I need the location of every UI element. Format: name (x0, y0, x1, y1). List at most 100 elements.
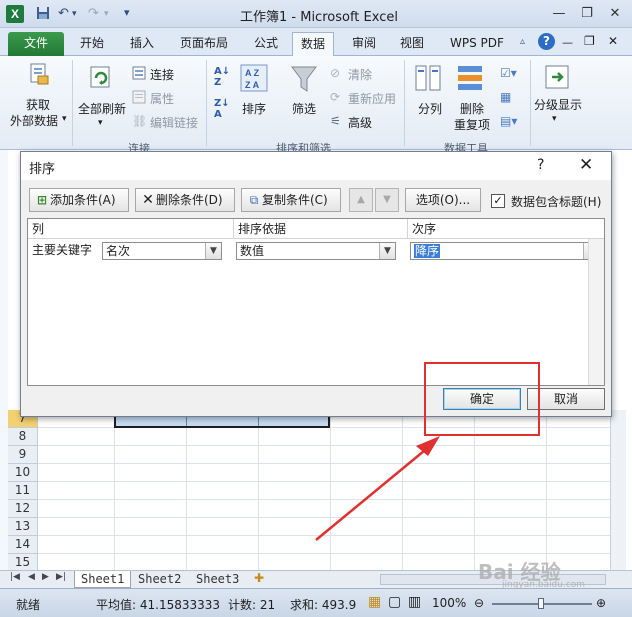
what-if-analysis-icon[interactable]: ▤▾ (500, 114, 517, 128)
external-data-icon (28, 62, 50, 89)
remove-duplicates-button[interactable]: 删除 (460, 100, 484, 117)
dialog-help-icon[interactable]: ? (537, 157, 544, 173)
sort-column-select[interactable]: 名次 ▼ (102, 242, 222, 260)
refresh-dropdown-icon[interactable]: ▾ (98, 118, 103, 128)
status-average: 平均值: 41.15833333 (96, 598, 221, 612)
external-data-dropdown-icon[interactable]: ▾ (62, 114, 67, 124)
dialog-close-icon[interactable]: ✕ (579, 155, 593, 175)
row-header-13[interactable]: 13 (8, 518, 38, 536)
has-headers-checkbox[interactable]: ✓ (491, 194, 505, 208)
tab-page-layout[interactable]: 页面布局 (172, 32, 236, 56)
options-button[interactable]: 选项(O)... (405, 188, 481, 212)
prev-sheet-icon[interactable]: ◀ (28, 572, 35, 582)
data-validation-icon[interactable]: ☑▾ (500, 66, 517, 80)
zoom-level[interactable]: 100% (432, 596, 466, 610)
delete-level-button[interactable]: ✕ 删除条件(D) (135, 188, 235, 212)
properties-button[interactable]: 属性 (150, 90, 174, 107)
text-to-columns-button[interactable]: 分列 (418, 100, 442, 117)
zoom-out-icon[interactable]: ⊖ (474, 596, 484, 610)
tab-view[interactable]: 视图 (392, 32, 432, 56)
insert-sheet-icon[interactable]: ✚ (254, 571, 264, 585)
undo-icon[interactable]: ↶ (58, 6, 69, 21)
annotation-highlight-box (424, 362, 540, 436)
refresh-all-button[interactable]: 全部刷新 (78, 100, 126, 117)
grid-row[interactable] (38, 536, 610, 554)
outline-dropdown-icon[interactable]: ▾ (552, 114, 557, 124)
sheet-tab-sheet1[interactable]: Sheet1 (74, 571, 132, 588)
tab-data[interactable]: 数据 (292, 32, 335, 56)
filter-button[interactable]: 筛选 (292, 100, 316, 117)
close-window-icon[interactable]: ✕ (604, 4, 626, 24)
grid-row[interactable] (38, 500, 610, 518)
advanced-button[interactable]: 高级 (348, 114, 372, 131)
grid-column-line (258, 410, 259, 570)
row-header-14[interactable]: 14 (8, 536, 38, 554)
sort-order-select[interactable]: 降序 ▼ (410, 242, 600, 260)
get-external-data-label[interactable]: 外部数据 (10, 112, 58, 129)
redo-icon[interactable]: ↷ (88, 6, 99, 21)
consolidate-icon[interactable]: ▦ (500, 90, 511, 104)
tab-wps-pdf[interactable]: WPS PDF (442, 32, 512, 56)
sheet-vertical-scrollbar[interactable] (610, 410, 626, 570)
grid-row[interactable] (38, 518, 610, 536)
svg-text:Z A: Z A (245, 80, 260, 90)
copy-level-button[interactable]: ⧉ 复制条件(C) (241, 188, 341, 212)
page-layout-view-icon[interactable]: ▢ (388, 594, 401, 610)
ribbon-restore-icon[interactable]: ❐ (584, 34, 595, 48)
chevron-down-icon[interactable]: ▼ (205, 243, 221, 259)
grid-row[interactable] (38, 482, 610, 500)
ribbon-collapse-icon[interactable]: ▵ (520, 36, 525, 47)
restore-icon[interactable]: ❐ (576, 4, 598, 24)
excel-logo-icon[interactable]: X (6, 5, 24, 23)
tab-home[interactable]: 开始 (72, 32, 112, 56)
clear-button[interactable]: 清除 (348, 66, 372, 83)
sheet-tab-sheet2[interactable]: Sheet2 (132, 571, 187, 588)
zoom-in-icon[interactable]: ⊕ (596, 596, 606, 610)
page-break-view-icon[interactable]: ▥ (408, 594, 421, 610)
connections-button[interactable]: 连接 (150, 66, 174, 83)
sort-levels-list: 列 排序依据 次序 主要关键字 名次 ▼ 数值 ▼ 降序 ▼ (27, 218, 605, 386)
text-to-columns-icon (414, 64, 442, 95)
sheet-tab-sheet3[interactable]: Sheet3 (190, 571, 245, 588)
chevron-down-icon[interactable]: ▼ (379, 243, 395, 259)
sort-za-icon[interactable]: Z↓ A (214, 98, 230, 120)
zoom-slider-thumb[interactable] (538, 598, 544, 609)
minimize-icon[interactable]: — (548, 4, 570, 24)
save-icon[interactable] (36, 6, 50, 24)
last-sheet-icon[interactable]: ▶| (56, 572, 66, 582)
row-header-10[interactable]: 10 (8, 464, 38, 482)
help-icon[interactable]: ? (538, 33, 555, 50)
grid-row[interactable] (38, 464, 610, 482)
reapply-button[interactable]: 重新应用 (348, 90, 396, 107)
sort-button[interactable]: 排序 (242, 100, 266, 117)
row-header-8[interactable]: 8 (8, 428, 38, 446)
first-sheet-icon[interactable]: |◀ (10, 572, 20, 582)
move-down-icon[interactable]: ▼ (375, 188, 399, 212)
ribbon-close-icon[interactable]: ✕ (608, 34, 618, 48)
edit-links-button[interactable]: 编辑链接 (150, 114, 198, 131)
row-header-12[interactable]: 12 (8, 500, 38, 518)
tab-insert[interactable]: 插入 (122, 32, 162, 56)
tab-formulas[interactable]: 公式 (246, 32, 286, 56)
column-header-col: 列 (28, 219, 234, 239)
baidu-watermark-url: jingyan.baidu.com (502, 580, 586, 590)
get-external-data-button[interactable]: 获取 (26, 96, 50, 113)
status-sum: 求和: 493.9 (290, 598, 357, 612)
customize-quick-access-icon[interactable]: ▾ (124, 6, 130, 19)
outline-button[interactable]: 分级显示 (534, 96, 582, 113)
normal-view-icon[interactable]: ▦ (368, 594, 381, 610)
grid-row[interactable] (38, 446, 610, 464)
row-header-9[interactable]: 9 (8, 446, 38, 464)
ribbon-minimize-icon[interactable]: — (562, 36, 573, 49)
add-level-button[interactable]: ⊞ 添加条件(A) (29, 188, 129, 212)
tab-review[interactable]: 审阅 (344, 32, 384, 56)
sort-az-icon[interactable]: A↓ Z (214, 66, 230, 88)
move-up-icon[interactable]: ▲ (349, 188, 373, 212)
undo-dropdown-icon[interactable]: ▾ (72, 9, 77, 19)
sort-on-select[interactable]: 数值 ▼ (236, 242, 396, 260)
next-sheet-icon[interactable]: ▶ (42, 572, 49, 582)
levels-scrollbar[interactable] (588, 239, 604, 385)
row-header-11[interactable]: 11 (8, 482, 38, 500)
tab-file[interactable]: 文件 (8, 32, 64, 56)
redo-dropdown-icon[interactable]: ▾ (104, 9, 109, 19)
